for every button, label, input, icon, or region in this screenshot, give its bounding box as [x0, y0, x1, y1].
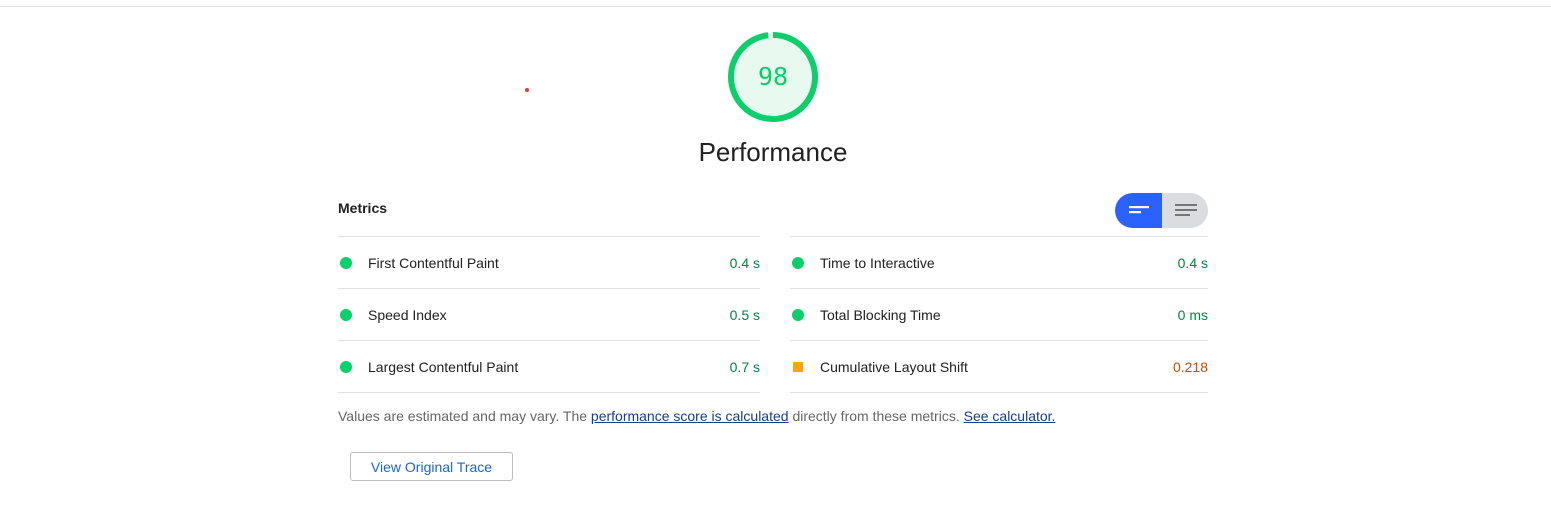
score-calculated-link[interactable]: performance score is calculated: [591, 408, 789, 424]
pass-circle-icon: [340, 361, 352, 373]
compact-view-button[interactable]: [1115, 193, 1162, 228]
pass-circle-icon: [792, 257, 804, 269]
metric-label: Largest Contentful Paint: [368, 359, 519, 375]
metric-label: First Contentful Paint: [368, 255, 499, 271]
metric-row-largest-contentful-paint: Largest Contentful Paint 0.7 s: [338, 340, 760, 393]
metric-value: 0.4 s: [1177, 255, 1208, 271]
metrics-column-right: Time to Interactive 0.4 s Total Blocking…: [790, 236, 1208, 393]
metrics-footnote: Values are estimated and may vary. The p…: [338, 408, 1055, 424]
metrics-column-left: First Contentful Paint 0.4 s Speed Index…: [338, 236, 760, 393]
pass-circle-icon: [340, 257, 352, 269]
compact-view-icon: [1129, 206, 1149, 214]
metric-label: Cumulative Layout Shift: [820, 359, 968, 375]
performance-score-value: 98: [757, 62, 789, 91]
metric-value: 0 ms: [1177, 307, 1208, 323]
expanded-view-button[interactable]: [1162, 193, 1208, 228]
metric-row-first-contentful-paint: First Contentful Paint 0.4 s: [338, 236, 760, 288]
footnote-text-2: directly from these metrics.: [788, 408, 964, 424]
metric-row-cumulative-layout-shift: Cumulative Layout Shift 0.218: [790, 340, 1208, 393]
metric-value: 0.7 s: [729, 359, 760, 375]
average-square-icon: [793, 362, 803, 372]
lighthouse-performance-report: 98 Performance Metrics First Contentful …: [0, 0, 1551, 508]
metric-row-time-to-interactive: Time to Interactive 0.4 s: [790, 236, 1208, 288]
metric-value: 0.5 s: [729, 307, 760, 323]
footnote-text-1: Values are estimated and may vary. The: [338, 408, 591, 424]
metrics-view-toggle: [1115, 193, 1208, 228]
see-calculator-link[interactable]: See calculator.: [964, 408, 1056, 424]
red-dot-marker: [525, 88, 529, 92]
metric-label: Total Blocking Time: [820, 307, 941, 323]
metric-value: 0.218: [1172, 359, 1208, 375]
category-title: Performance: [698, 137, 848, 167]
metric-label: Speed Index: [368, 307, 447, 323]
view-original-trace-button[interactable]: View Original Trace: [350, 452, 513, 481]
metric-row-total-blocking-time: Total Blocking Time 0 ms: [790, 288, 1208, 340]
top-divider: [0, 6, 1551, 7]
performance-score-gauge[interactable]: 98: [727, 31, 819, 123]
metric-label: Time to Interactive: [820, 255, 935, 271]
metrics-header: Metrics: [338, 200, 388, 216]
pass-circle-icon: [340, 309, 352, 321]
pass-circle-icon: [792, 309, 804, 321]
metric-row-speed-index: Speed Index 0.5 s: [338, 288, 760, 340]
expanded-view-icon: [1175, 204, 1197, 216]
metric-value: 0.4 s: [729, 255, 760, 271]
